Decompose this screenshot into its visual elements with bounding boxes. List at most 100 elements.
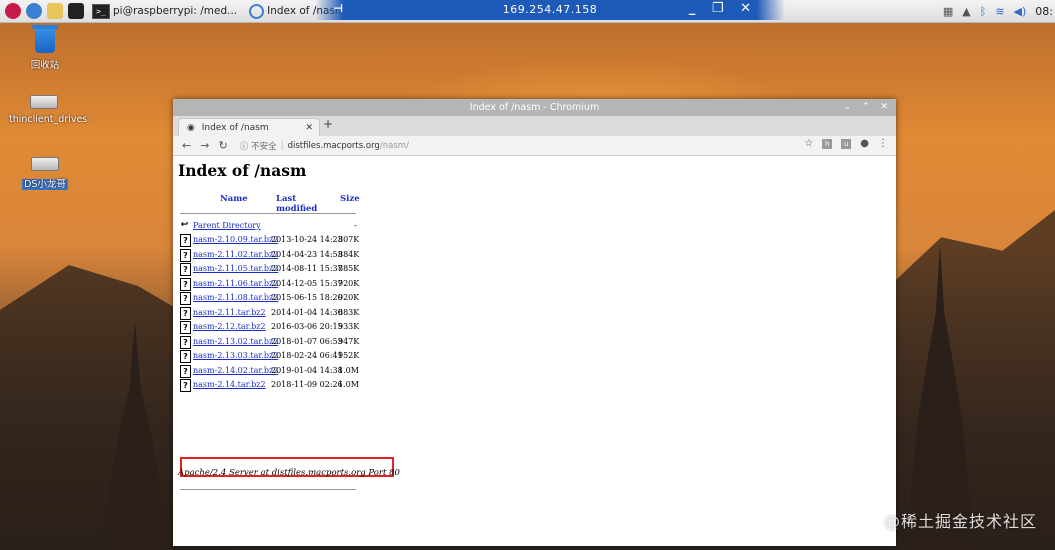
security-label: 不安全 — [251, 141, 277, 152]
unknown-file-icon: ? — [180, 350, 191, 363]
file-link[interactable]: nasm-2.14.tar.bz2 — [193, 380, 266, 389]
desktop-icon-thinclient-drives[interactable]: thinclient_drives — [9, 91, 87, 125]
wifi-icon[interactable]: ≋ — [995, 5, 1004, 18]
tab-label: Index of /nasm — [201, 123, 269, 133]
column-header-name[interactable]: Name — [220, 194, 248, 204]
address-bar[interactable]: ⓘ 不安全 | distfiles.macports.org/nasm/ — [240, 140, 409, 152]
drive-icon — [31, 157, 59, 171]
extension-icon[interactable]: h — [822, 138, 833, 149]
unknown-file-icon: ? — [180, 335, 191, 349]
volume-icon[interactable]: ◀) — [1014, 5, 1027, 18]
server-signature: Apache/2.4 Server at distfiles.macports.… — [178, 468, 400, 478]
desktop-icon-ds-drive[interactable]: DS小龙哥 — [10, 153, 80, 190]
keyboard-icon[interactable]: ▦ — [943, 5, 953, 18]
profile-icon[interactable]: ● — [860, 138, 869, 149]
address-separator: | — [280, 140, 284, 151]
window-controls[interactable]: ⌄ ⌃ ✕ — [844, 99, 892, 116]
table-row: ? nasm-2.11.08.tar.bz2 2015-06-15 18:20 920… — [180, 292, 510, 305]
file-size: 885K — [338, 264, 360, 273]
taskbar-terminal-task[interactable]: >_ pi@raspberrypi: /med... — [88, 2, 241, 20]
desktop-icon-label: thinclient_drives — [9, 114, 88, 125]
file-modified: 2018-11-09 02:26 — [271, 380, 343, 389]
desktop-icon-label: DS小龙哥 — [22, 179, 68, 190]
page-content: Index of /nasm Name Last modified Size ↩… — [178, 161, 890, 541]
desktop-icon-trash[interactable]: 回收站 — [10, 25, 80, 71]
info-icon[interactable]: ⓘ — [240, 140, 249, 152]
unknown-file-icon: ? — [180, 321, 191, 334]
file-size: 920K — [338, 293, 360, 302]
url-host: distfiles.macports.org — [287, 140, 380, 151]
file-link[interactable]: nasm-2.11.08.tar.bz2 — [193, 293, 278, 302]
file-modified: 2016-03-06 20:15 — [271, 322, 343, 331]
file-link[interactable]: nasm-2.14.02.tar.bz2 — [193, 366, 278, 375]
column-header-size[interactable]: Size — [340, 194, 360, 204]
remote-desktop-bar: ⊣ 169.254.47.158 _ ❐ ✕ — [315, 0, 785, 20]
file-size: 884K — [338, 249, 360, 259]
unknown-file-icon: ? — [180, 248, 191, 262]
bluetooth-icon[interactable]: ᛒ — [980, 5, 987, 18]
table-row: ? nasm-2.11.02.tar.bz2 2014-04-23 14:53 884… — [180, 248, 510, 262]
file-size: 933K — [338, 322, 360, 331]
file-modified: 2014-08-11 15:37 — [271, 264, 343, 273]
divider — [180, 489, 356, 490]
table-row: ? nasm-2.10.09.tar.bz2 2013-10-24 14:23 807… — [180, 234, 510, 247]
tab-index-of-nasm[interactable]: ◉ Index of /nasm ✕ — [178, 118, 320, 137]
web-browser-launcher-icon[interactable] — [26, 3, 42, 19]
table-row: ? nasm-2.14.02.tar.bz2 2019-01-04 14:38 1.0… — [180, 364, 510, 378]
file-size: 1.0M — [338, 365, 359, 375]
file-link[interactable]: nasm-2.11.05.tar.bz2 — [193, 264, 278, 273]
system-tray: ▦ ▲ ᛒ ≋ ◀) 08: — [934, 0, 1055, 22]
file-size: 947K — [338, 336, 360, 346]
file-manager-icon[interactable] — [47, 3, 63, 19]
file-size: 807K — [338, 235, 360, 244]
chromium-icon — [249, 3, 265, 19]
column-header-last-modified[interactable]: Last modified — [276, 194, 317, 214]
file-size: 952K — [338, 351, 360, 360]
file-modified: 2018-02-24 06:41 — [271, 351, 343, 360]
menu-icon[interactable]: ⋮ — [878, 138, 888, 149]
table-row: ? nasm-2.11.05.tar.bz2 2014-08-11 15:37 885… — [180, 263, 510, 276]
file-link[interactable]: nasm-2.13.03.tar.bz2 — [193, 351, 278, 360]
toolbar-right: ☆ h u ● ⋮ — [795, 138, 888, 149]
raspberry-menu-icon[interactable] — [5, 3, 21, 19]
new-tab-button[interactable]: + — [323, 117, 333, 131]
file-modified: 2014-01-04 14:30 — [271, 307, 343, 317]
file-link[interactable]: nasm-2.11.06.tar.bz2 — [193, 279, 278, 288]
file-link[interactable]: nasm-2.10.09.tar.bz2 — [193, 235, 278, 244]
eject-icon[interactable]: ▲ — [962, 5, 970, 18]
unknown-file-icon: ? — [180, 306, 191, 320]
file-link[interactable]: nasm-2.13.02.tar.bz2 — [193, 337, 278, 346]
file-link[interactable]: nasm-2.11.tar.bz2 — [193, 308, 266, 317]
file-modified: 2014-04-23 14:53 — [271, 249, 343, 259]
clock[interactable]: 08: — [1035, 5, 1053, 18]
parent-size: - — [354, 221, 357, 230]
file-link[interactable]: nasm-2.12.tar.bz2 — [193, 322, 266, 331]
unknown-file-icon: ? — [180, 277, 191, 291]
bookmark-star-icon[interactable]: ☆ — [804, 138, 813, 149]
reload-icon[interactable]: ↻ — [218, 139, 227, 152]
file-size: 883K — [338, 307, 360, 317]
page-title: Index of /nasm — [178, 161, 307, 180]
back-icon[interactable]: ← — [182, 139, 191, 152]
drive-icon — [30, 95, 58, 109]
parent-directory-link[interactable]: Parent Directory — [193, 221, 261, 230]
trash-icon — [32, 25, 58, 53]
browser-toolbar: ← → ↻ ⓘ 不安全 | distfiles.macports.org/nas… — [173, 136, 896, 156]
file-modified: 2018-01-07 06:53 — [271, 336, 343, 346]
rdp-window-controls[interactable]: _ ❐ ✕ — [689, 1, 757, 16]
extension-icon[interactable]: u — [841, 138, 852, 149]
divider — [180, 213, 356, 214]
globe-icon: ◉ — [187, 123, 195, 133]
file-link[interactable]: nasm-2.11.02.tar.bz2 — [193, 250, 278, 259]
forward-icon[interactable]: → — [200, 139, 209, 152]
watermark: @稀土掘金技术社区 — [883, 512, 1037, 531]
terminal-task-label: pi@raspberrypi: /med... — [113, 5, 238, 17]
window-titlebar[interactable]: Index of /nasm - Chromium ⌄ ⌃ ✕ — [173, 99, 896, 116]
url-path: /nasm/ — [379, 140, 409, 151]
terminal-launcher-icon[interactable] — [68, 3, 84, 19]
desktop-icon-label: 回收站 — [30, 60, 60, 71]
unknown-file-icon: ? — [180, 263, 191, 276]
table-row: ? nasm-2.11.tar.bz2 2014-01-04 14:30 883K — [180, 306, 510, 320]
chromium-window: Index of /nasm - Chromium ⌄ ⌃ ✕ ◉ Index … — [173, 99, 896, 546]
tab-close-icon[interactable]: ✕ — [305, 119, 313, 137]
